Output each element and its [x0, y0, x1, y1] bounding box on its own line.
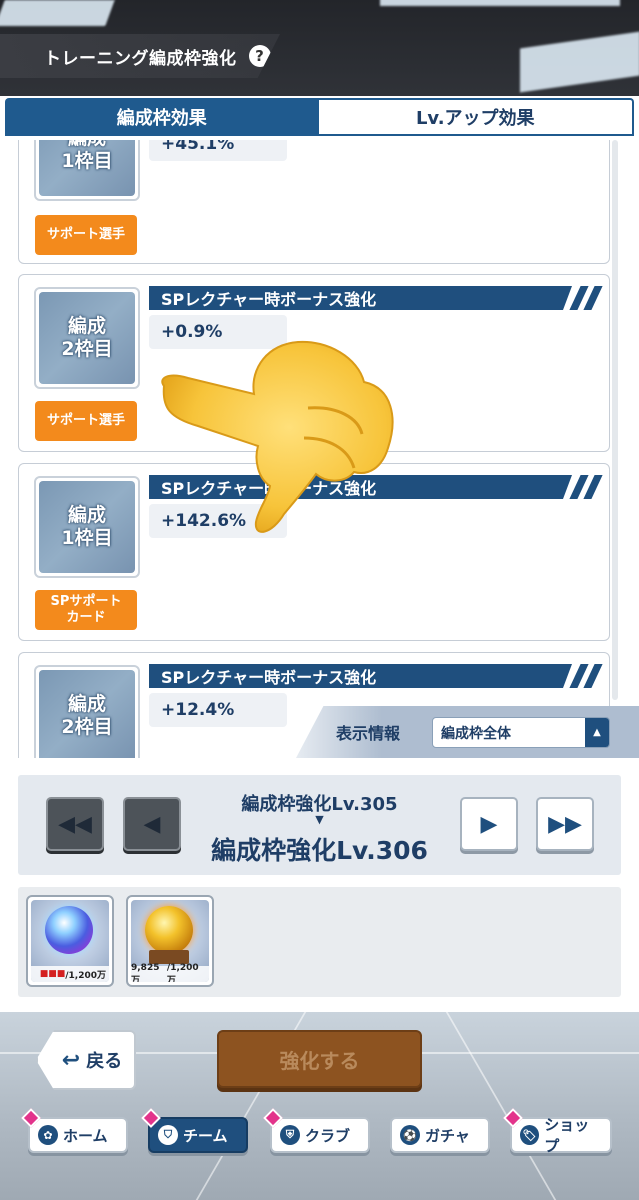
- main-panel: 編成枠効果 Lv.アップ効果 編成 1枠目 +45.1% サポート選手 編成 2…: [0, 96, 639, 1012]
- level-arrow-icon: ▼: [315, 813, 324, 826]
- dropdown-arrow-icon: ▲: [585, 718, 609, 747]
- support-tag: サポート選手: [35, 401, 137, 441]
- ceiling-light: [0, 0, 115, 26]
- effect-value: +45.1%: [149, 140, 287, 161]
- back-label: 戻る: [86, 1051, 123, 1072]
- effect-title: SPレクチャー時ボーナス強化: [149, 664, 572, 688]
- slot-label: 編成: [67, 315, 106, 337]
- slot-number: 1枠目: [61, 150, 113, 172]
- team-icon: ⛉: [158, 1125, 178, 1145]
- nav-home[interactable]: ✿ ホーム: [21, 1108, 128, 1153]
- slot-box: 編成 1枠目: [34, 476, 140, 578]
- shop-tag-icon: 🏷: [520, 1125, 540, 1145]
- level-box: ◀◀ ◀ 編成枠強化Lv.305 ▼ 編成枠強化Lv.306 ▶ ▶▶: [18, 775, 621, 875]
- tab-bar: 編成枠効果 Lv.アップ効果: [5, 98, 634, 136]
- slot-box: 編成 1枠目: [34, 140, 140, 201]
- nav-team[interactable]: ⛉ チーム: [141, 1108, 248, 1153]
- page-title: トレーニング編成枠強化: [44, 48, 237, 69]
- effect-title: SPレクチャー時ボーナス強化: [149, 286, 572, 310]
- notification-badge: [21, 1108, 41, 1128]
- blue-ball-icon: [45, 906, 93, 954]
- slot-label: 編成: [67, 504, 106, 526]
- tab-slot-effect[interactable]: 編成枠効果: [5, 98, 319, 136]
- slot-box: 編成 2枠目: [34, 287, 140, 389]
- gold-ball-trophy-icon: [145, 906, 193, 954]
- last-level-button[interactable]: ▶▶: [536, 797, 594, 851]
- display-info-value: 編成枠全体: [441, 725, 511, 742]
- pointing-hand-icon: [161, 340, 394, 533]
- nav-club[interactable]: ⛨ クラブ: [263, 1108, 370, 1153]
- home-icon: ✿: [38, 1125, 58, 1145]
- header-bar: トレーニング編成枠強化 ?: [0, 34, 280, 78]
- slot-label: 編成: [67, 693, 106, 715]
- slot-box: 編成 2枠目: [34, 665, 140, 758]
- next-level-button[interactable]: ▶: [460, 797, 518, 851]
- notification-badge: [503, 1108, 523, 1128]
- item-count: 9,825万 /1,200万: [131, 963, 209, 982]
- bottom-nav: ✿ ホーム ⛉ チーム ⛨ クラブ ⚽ ガチャ 🏷 ショップ: [0, 1108, 639, 1167]
- notification-badge: [263, 1108, 283, 1128]
- item-ball-gold[interactable]: 9,825万 /1,200万: [126, 895, 214, 987]
- display-info-label: 表示情報: [336, 724, 401, 743]
- required-items: ■■■ /1,200万 9,825万 /1,200万: [18, 887, 621, 997]
- list-scrollbar[interactable]: [612, 140, 618, 700]
- slot-number: 1枠目: [61, 527, 113, 549]
- bottom-area: ↩ 戻る 強化する ✿ ホーム ⛉ チーム ⛨ クラブ ⚽ ガチャ 🏷 ショップ: [0, 1012, 639, 1200]
- club-icon: ⛨: [280, 1125, 300, 1145]
- ceiling-light: [380, 0, 620, 6]
- slot-number: 2枠目: [61, 338, 113, 360]
- slot-label: 編成: [68, 140, 106, 150]
- item-count: ■■■ /1,200万: [31, 966, 109, 982]
- notification-badge: [141, 1108, 161, 1128]
- display-info-select[interactable]: 編成枠全体 ▲: [432, 717, 610, 748]
- ceiling-light: [520, 31, 639, 93]
- nav-gacha[interactable]: ⚽ ガチャ: [390, 1117, 490, 1153]
- item-ball-blue[interactable]: ■■■ /1,200万: [26, 895, 114, 987]
- effect-value: +12.4%: [149, 693, 287, 727]
- effect-card: 編成 1枠目 +45.1% サポート選手: [18, 140, 610, 264]
- display-info-bar: 表示情報 編成枠全体 ▲: [296, 706, 639, 758]
- slot-number: 2枠目: [61, 716, 113, 738]
- power-up-button[interactable]: 強化する: [217, 1030, 422, 1088]
- tab-levelup-effect[interactable]: Lv.アップ効果: [318, 98, 634, 136]
- back-arrow-icon: ↩: [61, 1047, 81, 1073]
- next-level: 編成枠強化Lv.306: [211, 836, 428, 865]
- back-button[interactable]: ↩ 戻る: [36, 1030, 136, 1090]
- sp-support-card-tag: SPサポート カード: [35, 590, 137, 630]
- gacha-ball-icon: ⚽: [400, 1125, 420, 1145]
- support-tag: サポート選手: [35, 215, 137, 255]
- nav-shop[interactable]: 🏷 ショップ: [503, 1108, 612, 1155]
